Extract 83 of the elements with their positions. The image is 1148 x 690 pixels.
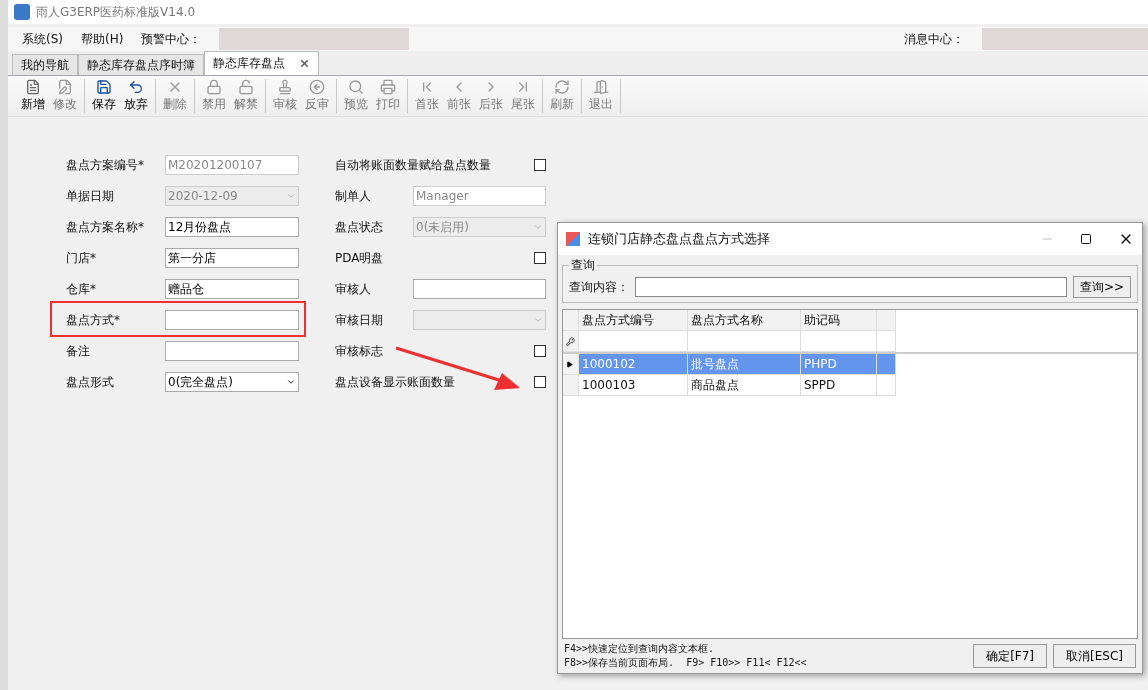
field-label: 审核标志 xyxy=(335,342,383,360)
printer-icon xyxy=(380,79,396,95)
table-cell: 批号盘点 xyxy=(688,354,801,375)
field-label: 盘点设备显示账面数量 xyxy=(335,373,455,391)
field-label: 盘点方案名称* xyxy=(66,218,145,236)
field-label: 盘点形式 xyxy=(66,373,115,391)
query-label: 查询内容： xyxy=(569,278,629,296)
dropdown-caret-icon xyxy=(286,191,296,201)
text-field[interactable]: 赠品仓 xyxy=(165,279,299,299)
filter-key-icon xyxy=(566,336,575,346)
menu-item[interactable]: 系统(S) xyxy=(22,30,63,48)
refresh-icon xyxy=(554,79,570,95)
field-label: 盘点方案编号* xyxy=(66,156,145,174)
field-label: 盘点状态 xyxy=(335,218,384,236)
filter-cell[interactable] xyxy=(579,331,688,352)
row-header-cell[interactable] xyxy=(563,375,579,396)
undo-icon xyxy=(128,79,144,95)
shortcut-hint: F4>>快速定位到查询内容文本框. xyxy=(564,642,716,656)
toolbar-button[interactable]: 放弃 xyxy=(120,79,152,113)
dialog-title: 连锁门店静态盘点盘点方式选择 xyxy=(588,230,770,248)
field-label: 审核日期 xyxy=(335,311,384,329)
table-cell: PHPD xyxy=(801,354,877,375)
shortcut-hint: F8>>保存当前页面布局. F9> F10>> F11< F12<< xyxy=(564,656,807,670)
save-icon xyxy=(96,79,112,95)
field-label: 审核人 xyxy=(335,280,372,298)
field-label: 单据日期 xyxy=(66,187,115,205)
toolbar-button[interactable]: 新增 xyxy=(17,79,49,113)
stamp-icon xyxy=(277,79,293,95)
table-cell: SPPD xyxy=(801,375,877,396)
dropdown-field[interactable]: 0(完全盘点) xyxy=(165,372,299,392)
filter-cell[interactable] xyxy=(877,331,896,352)
field-label: PDA明盘 xyxy=(335,249,384,267)
field-label: 制单人 xyxy=(335,187,372,205)
group-title: 查询 xyxy=(570,257,596,274)
door-icon xyxy=(593,79,609,95)
tab[interactable]: 静态库存盘点 xyxy=(204,51,319,75)
row-pointer-icon xyxy=(566,360,573,368)
toolbar-button[interactable]: 保存 xyxy=(88,79,120,113)
window-title: 雨人G3ERP医药标准版V14.0 xyxy=(36,3,196,21)
text-field[interactable] xyxy=(413,279,546,299)
checkbox[interactable] xyxy=(534,345,546,357)
column-header[interactable]: 盘点方式名称 xyxy=(688,310,801,331)
field-label: 仓库* xyxy=(66,280,97,298)
close-icon[interactable] xyxy=(299,58,310,69)
table-cell: 商品盘点 xyxy=(688,375,801,396)
field-label: 盘点方式* xyxy=(66,311,121,329)
document-icon xyxy=(25,79,41,95)
query-input[interactable] xyxy=(635,277,1067,297)
field-label: 备注 xyxy=(66,342,91,360)
dialog-button[interactable]: 取消[ESC] xyxy=(1053,644,1136,668)
column-header[interactable]: 助记码 xyxy=(801,310,877,331)
app-logo-icon xyxy=(14,4,30,20)
text-field[interactable] xyxy=(165,341,299,361)
checkbox[interactable] xyxy=(534,252,546,264)
text-field[interactable]: 12月份盘点 xyxy=(165,217,299,237)
text-field[interactable] xyxy=(165,310,299,330)
dialog-icon xyxy=(566,232,580,246)
tab[interactable]: 静态库存盘点序时簿 xyxy=(78,54,204,75)
checkbox[interactable] xyxy=(534,159,546,171)
row-header-cell[interactable] xyxy=(563,354,579,375)
filter-cell[interactable] xyxy=(688,331,801,352)
edit-document-icon xyxy=(57,79,73,95)
field-label: 自动将账面数量赋给盘点数量 xyxy=(335,156,491,174)
magnifier-icon xyxy=(348,79,364,95)
query-button[interactable]: 查询>> xyxy=(1072,276,1131,298)
dropdown-caret-icon xyxy=(533,222,543,232)
dropdown-caret-icon xyxy=(533,315,543,325)
dialog-button[interactable]: 确定[F7] xyxy=(973,644,1048,668)
table-cell: 1000103 xyxy=(579,375,688,396)
text-field[interactable]: 第一分店 xyxy=(165,248,299,268)
tab[interactable]: 我的导航 xyxy=(12,54,78,75)
checkbox[interactable] xyxy=(534,376,546,388)
message-center-label: 消息中心： xyxy=(904,30,964,48)
dropdown-caret-icon xyxy=(286,377,296,387)
field-label: 门店* xyxy=(66,249,97,267)
unlock-icon xyxy=(238,79,254,95)
table-cell: 1000102 xyxy=(579,354,688,375)
column-header[interactable]: 盘点方式编号 xyxy=(579,310,688,331)
lock-icon xyxy=(206,79,222,95)
alert-center-label: 预警中心： xyxy=(141,30,202,48)
maximize-icon[interactable] xyxy=(1080,233,1092,245)
menu-item[interactable]: 帮助(H) xyxy=(81,30,124,48)
filter-cell[interactable] xyxy=(801,331,877,352)
